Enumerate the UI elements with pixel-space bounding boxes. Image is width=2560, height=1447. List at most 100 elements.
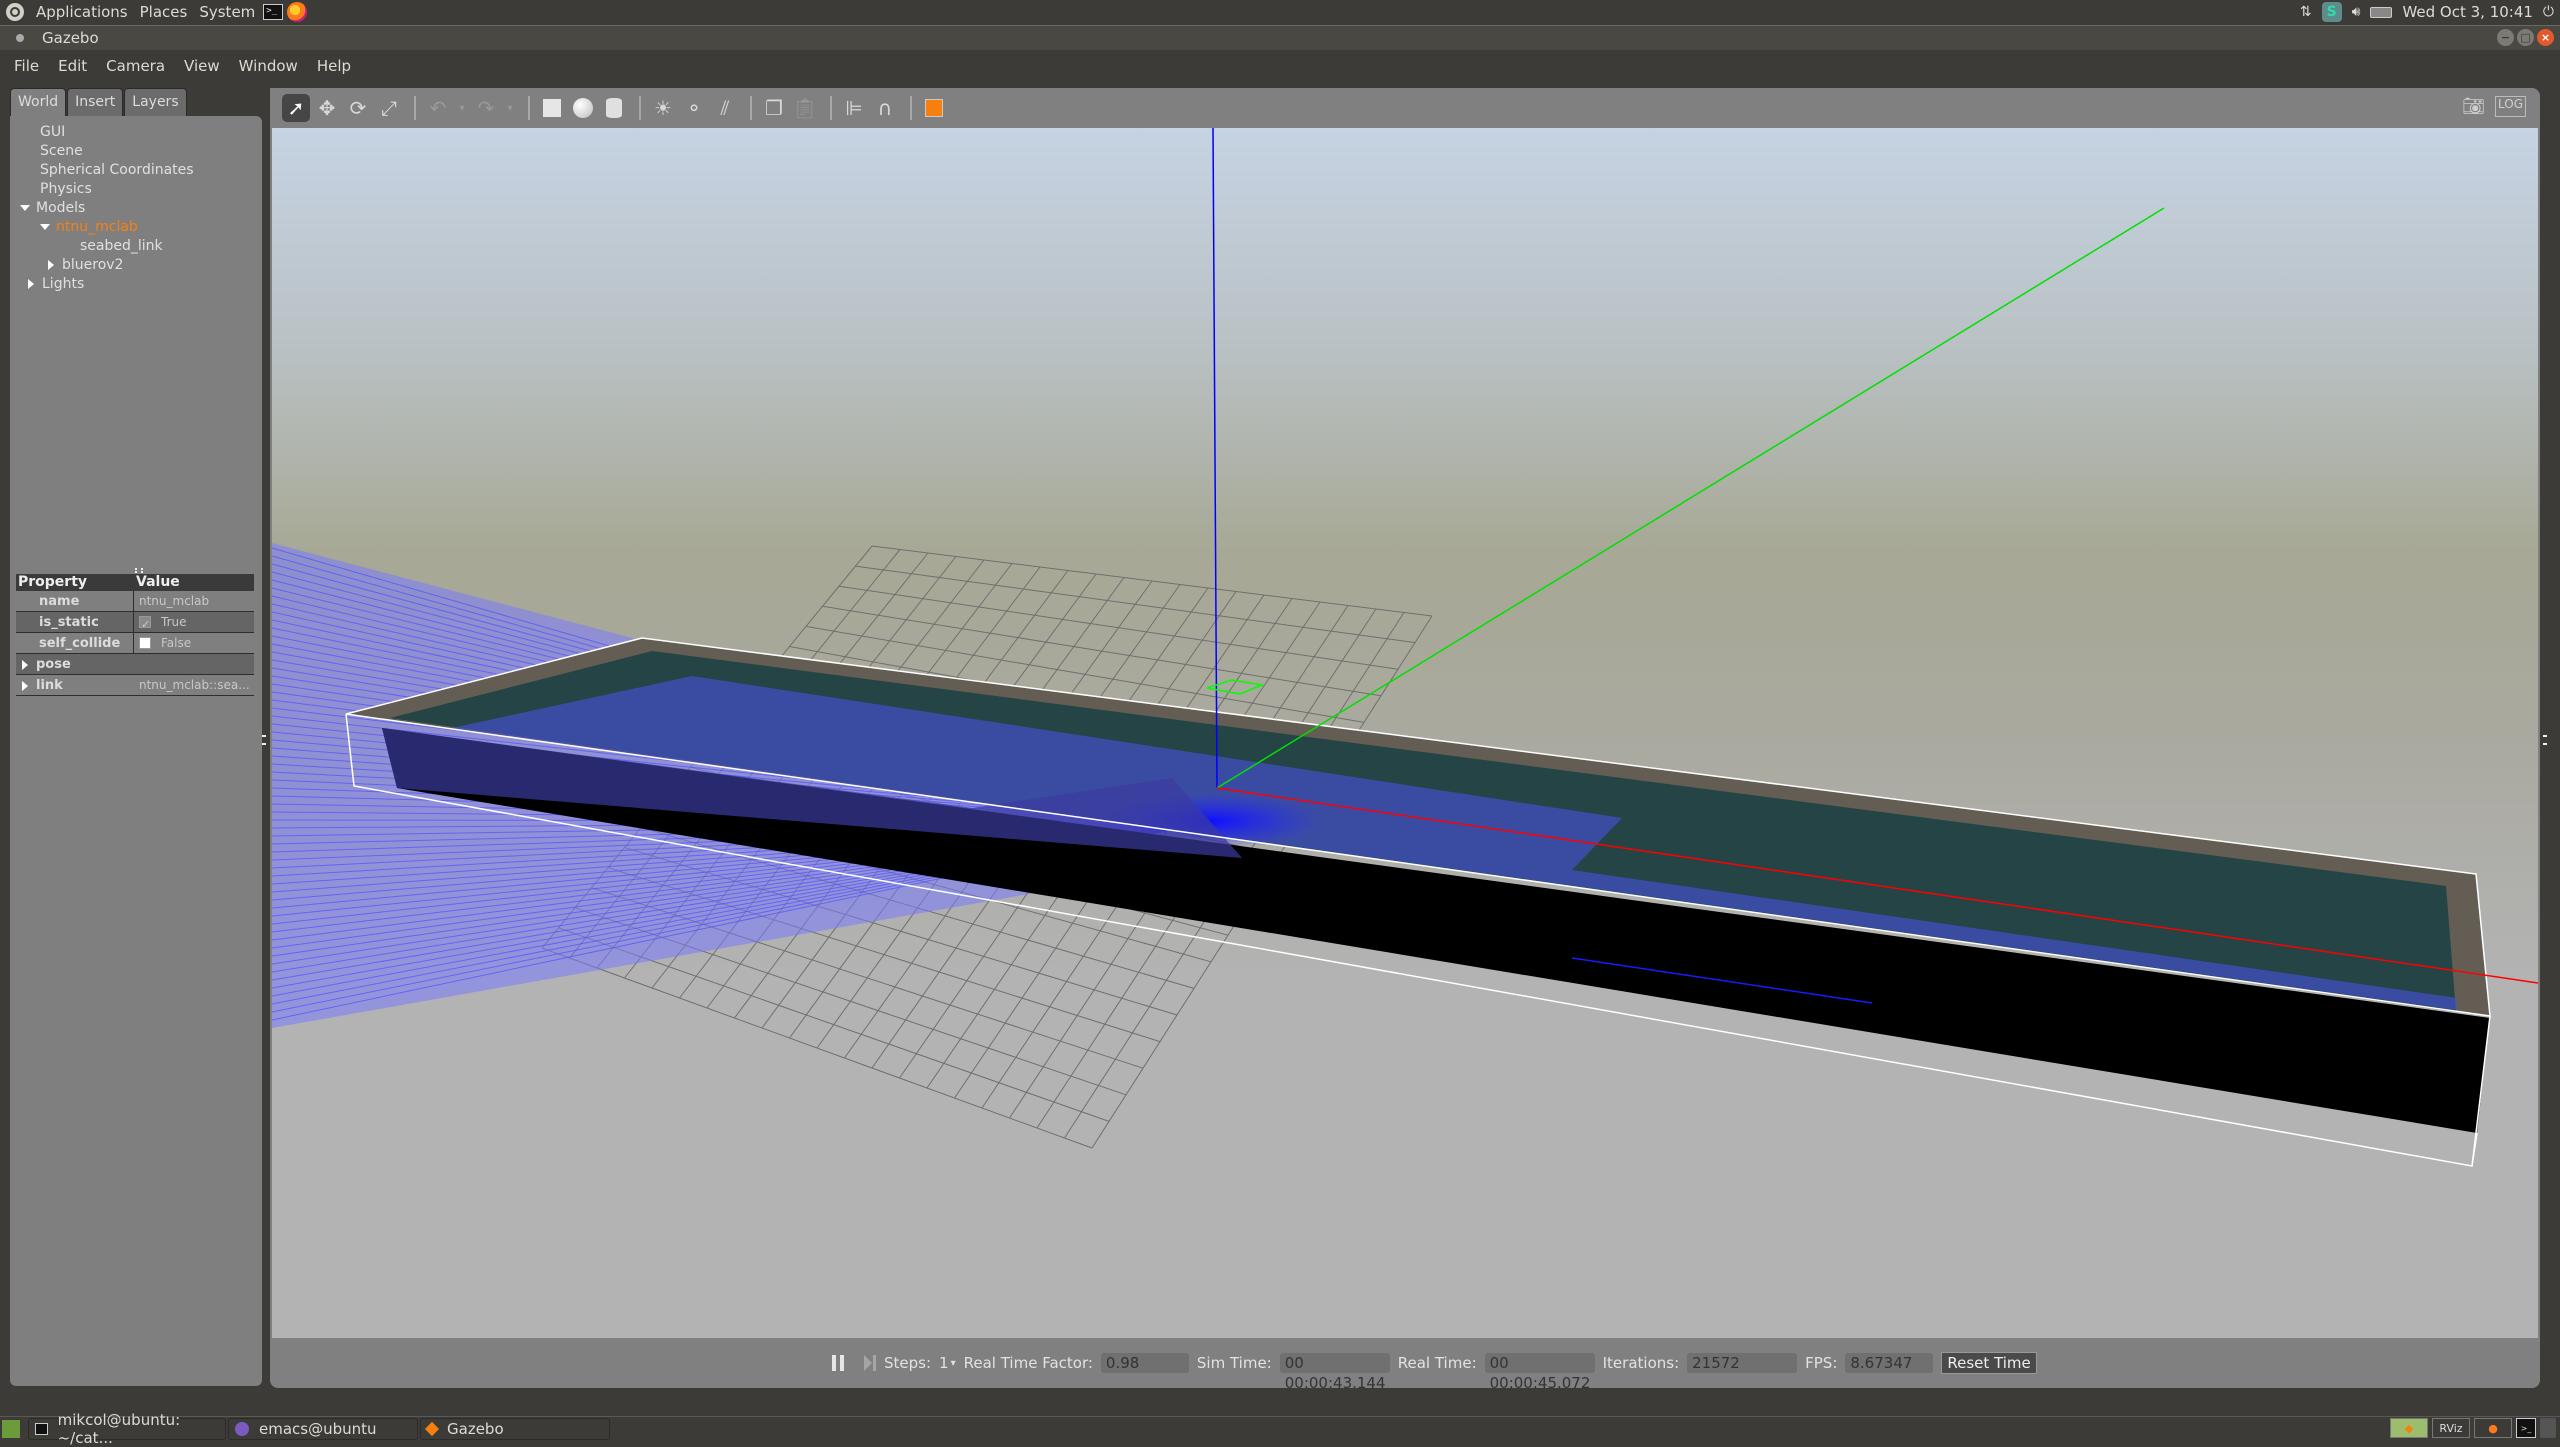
ubuntu-logo-icon[interactable]: [6, 3, 24, 21]
tree-item-physics[interactable]: Physics: [40, 181, 92, 197]
is-static-checkbox[interactable]: [139, 614, 151, 633]
redo-button[interactable]: ↷: [472, 94, 500, 122]
3d-viewport[interactable]: [272, 128, 2538, 1338]
tab-insert[interactable]: Insert: [67, 88, 124, 116]
tree-item-ntnu-mclab[interactable]: ntnu_mclab: [40, 219, 138, 235]
battery-icon[interactable]: [2370, 6, 2393, 18]
undo-button[interactable]: ↶: [424, 94, 452, 122]
property-row-is-static[interactable]: is_static True: [16, 612, 254, 633]
menu-file[interactable]: File: [14, 57, 39, 75]
property-row-pose[interactable]: pose: [16, 654, 254, 675]
splitter-handle[interactable]: [135, 568, 143, 571]
redo-history-dropdown[interactable]: ▾: [503, 94, 517, 122]
right-splitter-handle[interactable]: [2543, 735, 2547, 745]
tree-item-spherical-coordinates[interactable]: Spherical Coordinates: [40, 162, 194, 178]
copy-button[interactable]: ❐: [760, 94, 788, 122]
maximize-button[interactable]: □: [2517, 29, 2534, 46]
property-row-self-collide[interactable]: self_collide False: [16, 633, 254, 654]
undo-history-dropdown[interactable]: ▾: [455, 94, 469, 122]
box-shape-button[interactable]: [538, 94, 566, 122]
property-row-link[interactable]: link ntnu_mclab::sea...: [16, 675, 254, 696]
emacs-icon: [235, 1421, 249, 1436]
point-light-button[interactable]: ☀: [649, 94, 677, 122]
menu-system[interactable]: System: [199, 3, 255, 21]
property-value[interactable]: False: [134, 633, 254, 654]
expand-arrow-icon[interactable]: [20, 205, 30, 211]
reset-time-button[interactable]: Reset Time: [1941, 1352, 2037, 1374]
tree-item-scene[interactable]: Scene: [40, 143, 83, 159]
show-desktop-button[interactable]: [2, 1419, 20, 1438]
firefox-launcher-icon[interactable]: [287, 2, 308, 22]
property-value[interactable]: ntnu_mclab: [134, 591, 254, 612]
property-key: link: [16, 675, 134, 695]
steps-label: Steps:: [884, 1354, 932, 1372]
left-splitter-handle[interactable]: [262, 735, 266, 745]
workspace-gazebo[interactable]: ◆: [2390, 1418, 2428, 1438]
tab-layers[interactable]: Layers: [124, 88, 187, 116]
translate-mode-button[interactable]: ✥: [313, 94, 341, 122]
steps-dropdown-icon[interactable]: ▾: [951, 1358, 956, 1369]
terminal-launcher-icon[interactable]: >_: [263, 4, 284, 20]
screenshot-button[interactable]: 📷︎: [2462, 96, 2485, 117]
steps-spinbox[interactable]: 1: [939, 1354, 949, 1372]
tab-world[interactable]: World: [10, 88, 67, 118]
task-label: mikcol@ubuntu: ~/cat...: [57, 1410, 181, 1447]
step-button[interactable]: [864, 1355, 876, 1371]
menu-camera[interactable]: Camera: [106, 57, 165, 75]
property-value[interactable]: ntnu_mclab::sea...: [134, 675, 254, 696]
scale-mode-button[interactable]: ⤢: [375, 94, 403, 122]
collapse-arrow-icon[interactable]: [28, 279, 34, 289]
toolbar: ➚ ✥ ⟳ ⤢ ↶ ▾ ↷ ▾ ☀ ⚬ ⫽ ❐ 📋︎ ⊫ ∩ 📷︎ LOG: [270, 88, 2540, 128]
window-menu-icon[interactable]: [16, 34, 24, 42]
menu-edit[interactable]: Edit: [58, 57, 87, 75]
task-terminal[interactable]: mikcol@ubuntu: ~/cat...: [28, 1411, 226, 1447]
spot-light-button[interactable]: ⚬: [680, 94, 708, 122]
tree-item-gui[interactable]: GUI: [40, 124, 65, 140]
sphere-shape-button[interactable]: [569, 94, 597, 122]
network-icon[interactable]: ⇅: [2300, 4, 2312, 20]
volume-icon[interactable]: 🔊︎: [2352, 4, 2361, 20]
menu-view[interactable]: View: [184, 57, 220, 75]
real-time-label: Real Time:: [1397, 1354, 1477, 1372]
task-emacs[interactable]: emacs@ubuntu: [228, 1417, 418, 1440]
tree-item-models[interactable]: Models: [20, 200, 85, 216]
toolbar-separator: [528, 96, 530, 120]
menu-applications[interactable]: Applications: [36, 3, 128, 21]
workspace-firefox[interactable]: ●: [2474, 1418, 2512, 1438]
sync-app-icon[interactable]: S: [2321, 2, 2342, 22]
property-value[interactable]: True: [134, 612, 254, 633]
power-icon[interactable]: ⏻: [2543, 4, 2554, 20]
cylinder-shape-button[interactable]: [600, 94, 628, 122]
collapse-arrow-icon[interactable]: [22, 680, 28, 691]
expand-arrow-icon[interactable]: [40, 224, 50, 230]
workspace-rviz[interactable]: RViz: [2432, 1418, 2470, 1438]
clock[interactable]: Wed Oct 3, 10:41: [2402, 3, 2532, 21]
menu-window[interactable]: Window: [239, 57, 298, 75]
collapse-arrow-icon[interactable]: [48, 260, 54, 270]
collapse-arrow-icon[interactable]: [22, 659, 28, 670]
scene-canvas[interactable]: [272, 128, 2538, 1338]
workspace-terminal[interactable]: >_: [2516, 1418, 2536, 1438]
tree-item-bluerov2[interactable]: bluerov2: [48, 257, 123, 273]
gazebo-icon: [424, 1421, 440, 1436]
real-time-field: 00 00:00:45.072: [1484, 1353, 1595, 1392]
snap-button[interactable]: ∩: [871, 94, 899, 122]
menu-places[interactable]: Places: [140, 3, 188, 21]
tree-item-lights[interactable]: Lights: [28, 276, 84, 292]
trash-icon[interactable]: [2540, 1418, 2556, 1438]
paste-button[interactable]: 📋︎: [791, 94, 819, 122]
pause-button[interactable]: [832, 1355, 844, 1371]
directional-light-button[interactable]: ⫽: [711, 94, 739, 122]
menu-help[interactable]: Help: [317, 57, 351, 75]
tree-item-seabed-link[interactable]: seabed_link: [80, 238, 163, 254]
property-row-name[interactable]: name ntnu_mclab: [16, 591, 254, 612]
self-collide-checkbox[interactable]: [139, 637, 151, 649]
task-gazebo[interactable]: Gazebo: [420, 1417, 610, 1440]
align-button[interactable]: ⊫: [840, 94, 868, 122]
rotate-mode-button[interactable]: ⟳: [344, 94, 372, 122]
close-button[interactable]: ×: [2537, 29, 2554, 46]
log-button[interactable]: LOG: [2494, 96, 2526, 117]
view-angle-button[interactable]: [920, 94, 948, 122]
select-mode-button[interactable]: ➚: [282, 94, 310, 122]
minimize-button[interactable]: −: [2497, 29, 2514, 46]
